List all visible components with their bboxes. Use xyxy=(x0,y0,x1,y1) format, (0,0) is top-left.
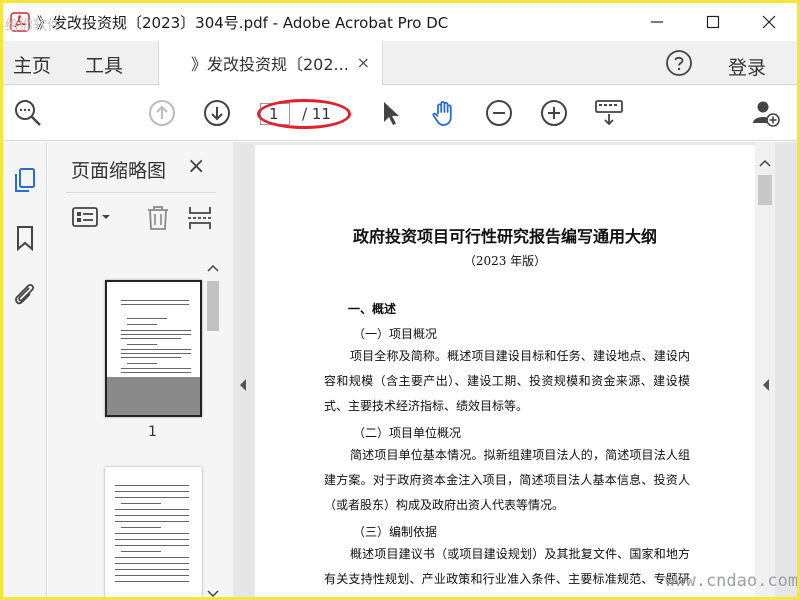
hand-tool-icon[interactable] xyxy=(429,98,459,128)
document-scroll-thumb[interactable] xyxy=(758,175,772,205)
subsection-heading: （三）编制依据 xyxy=(353,525,438,539)
close-tab-icon[interactable]: × xyxy=(357,53,370,72)
page-navigator: 1 / 11 xyxy=(260,102,344,126)
tab-bar: 主页 工具 》发改投资规〔202... × 登录 xyxy=(3,41,797,85)
thumbnail-options-icon[interactable] xyxy=(72,205,114,233)
keyboard-icon[interactable] xyxy=(594,98,624,128)
minimize-icon xyxy=(651,21,663,23)
watermark: www.cndao.com xyxy=(665,571,799,591)
pdf-page: 政府投资项目可行性研究报告编写通用大纲 （2023 年版） 一、概述 （一）项目… xyxy=(255,145,755,597)
tab-home[interactable]: 主页 xyxy=(13,51,51,78)
maximize-button[interactable] xyxy=(685,3,741,41)
panel-close-icon[interactable]: × xyxy=(187,154,205,179)
section-heading: 一、概述 xyxy=(348,302,397,316)
page-thumbnails-icon[interactable] xyxy=(11,166,39,194)
left-rail xyxy=(3,142,47,597)
thumbnail-scroll-thumb[interactable] xyxy=(207,281,219,331)
app-window: 给你软件 》发改投资规〔2023〕304号.pdf - Adobe Acroba… xyxy=(0,0,800,600)
select-cursor-icon[interactable] xyxy=(375,98,405,128)
zoom-search-icon[interactable] xyxy=(13,98,43,128)
minimize-button[interactable] xyxy=(629,3,685,41)
thumbnail-scrollbar[interactable] xyxy=(204,259,222,599)
scroll-up-icon[interactable] xyxy=(759,158,771,168)
window-controls xyxy=(629,3,797,41)
panel-toolbar xyxy=(66,192,216,240)
document-tab-label: 》发改投资规〔202... xyxy=(191,55,349,74)
page-number-input[interactable]: 1 xyxy=(260,103,290,125)
page-thumbnail[interactable] xyxy=(105,467,202,597)
add-user-icon[interactable] xyxy=(751,98,781,128)
scroll-down-icon[interactable] xyxy=(207,589,219,599)
paragraph: 简述项目单位基本情况。拟新组建项目法人的，简述项目法人组建方案。对于政府资本金注… xyxy=(324,448,690,512)
subsection-heading: （二）项目单位概况 xyxy=(353,426,462,440)
panel-title: 页面缩略图 xyxy=(71,160,167,182)
paragraph: 概述项目建议书（或项目建设规划）及其批复文件、国家和地方有关支持性规划、产业政策… xyxy=(324,547,690,597)
maximize-icon xyxy=(706,15,720,29)
thumbnail-label: 1 xyxy=(148,424,157,440)
close-window-button[interactable] xyxy=(741,3,797,41)
tab-document[interactable]: 》发改投资规〔202... × xyxy=(158,41,383,85)
page-layout-icon[interactable] xyxy=(188,205,212,235)
watermark-top-left: 给你软件 xyxy=(5,18,61,34)
collapse-right-icon[interactable] xyxy=(761,378,771,392)
scroll-up-icon[interactable] xyxy=(207,263,219,273)
close-icon xyxy=(762,15,776,29)
next-page-icon[interactable] xyxy=(202,98,232,128)
document-title: 政府投资项目可行性研究报告编写通用大纲 xyxy=(352,227,657,246)
document-area: 政府投资项目可行性研究报告编写通用大纲 （2023 年版） 一、概述 （一）项目… xyxy=(233,142,797,597)
page-total: / 11 xyxy=(302,105,331,123)
help-icon[interactable] xyxy=(665,49,693,77)
toolbar: 1 / 11 xyxy=(3,86,797,141)
thumbnail-list: 1 xyxy=(48,242,218,597)
collapse-left-icon[interactable] xyxy=(238,378,248,392)
thumbnail-panel: 页面缩略图 × 1 xyxy=(48,142,233,599)
zoom-in-icon[interactable] xyxy=(539,98,569,128)
page-thumbnail[interactable] xyxy=(105,280,202,417)
attachment-icon[interactable] xyxy=(11,280,39,308)
tab-tools[interactable]: 工具 xyxy=(85,51,123,78)
document-scrollbar[interactable] xyxy=(755,142,775,597)
subsection-heading: （一）项目概况 xyxy=(353,327,438,341)
delete-page-icon[interactable] xyxy=(146,205,170,235)
window-title: 》发改投资规〔2023〕304号.pdf - Adobe Acrobat Pro… xyxy=(37,13,449,32)
previous-page-icon[interactable] xyxy=(147,98,177,128)
login-button[interactable]: 登录 xyxy=(728,53,766,80)
document-subtitle: （2023 年版） xyxy=(463,254,547,268)
bookmark-icon[interactable] xyxy=(11,224,39,252)
paragraph: 项目全称及简称。概述项目建设目标和任务、建设地点、建设内容和规模（含主要产出）、… xyxy=(324,349,690,413)
title-bar: 给你软件 》发改投资规〔2023〕304号.pdf - Adobe Acroba… xyxy=(3,3,797,41)
zoom-out-icon[interactable] xyxy=(484,98,514,128)
